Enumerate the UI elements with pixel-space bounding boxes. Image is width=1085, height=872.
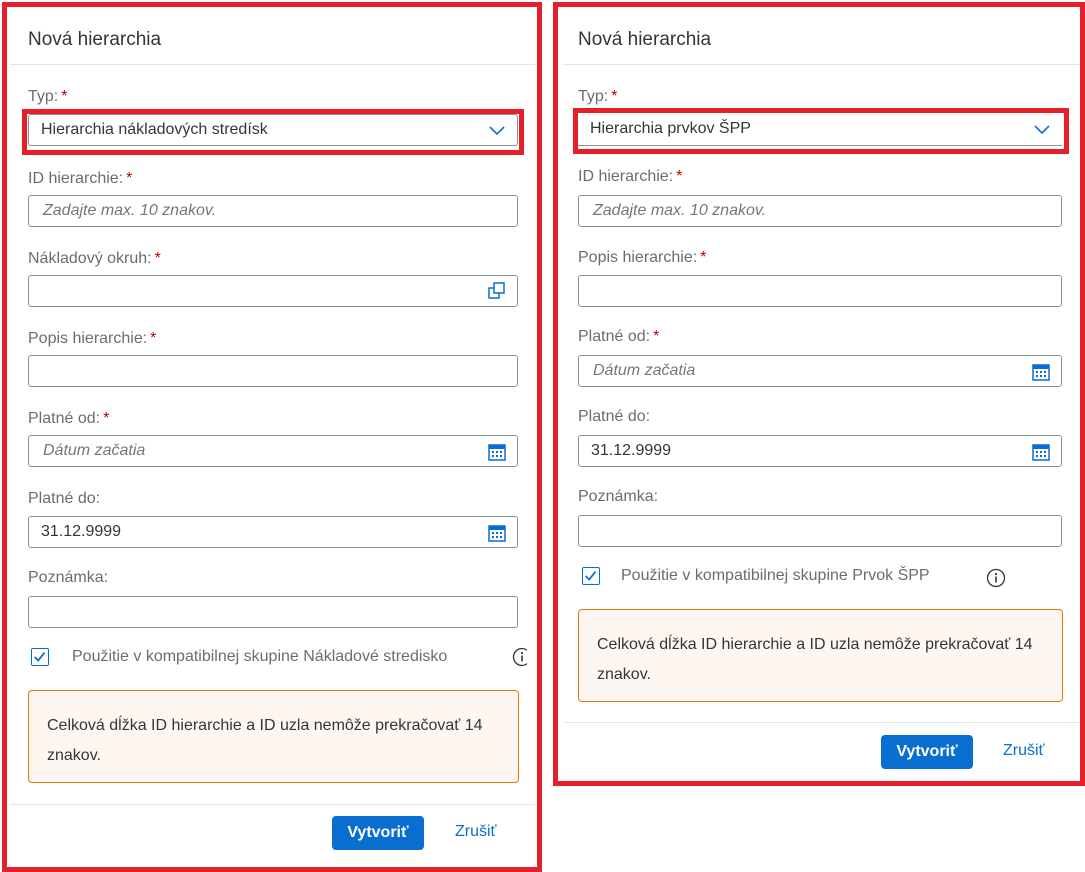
footer-divider (10, 804, 535, 805)
id-label: ID hierarchie: * (578, 168, 683, 185)
type-label: Typ: * (28, 88, 68, 105)
valid-to-input[interactable]: 31.12.9999 (28, 516, 518, 548)
note-input[interactable] (28, 596, 518, 628)
required-marker: * (103, 410, 110, 427)
warning-message-strip: Celková dĺžka ID hierarchie a ID uzla ne… (28, 690, 519, 783)
description-input[interactable] (28, 355, 518, 387)
valid-from-placeholder: Dátum začatia (593, 362, 696, 379)
hierarchy-id-placeholder: Zadajte max. 10 znakov. (593, 202, 767, 219)
info-icon[interactable] (986, 568, 1006, 588)
create-button[interactable]: Vytvoriť (881, 735, 973, 769)
description-label: Popis hierarchie: * (578, 249, 707, 266)
valid-to-value: 31.12.9999 (591, 442, 672, 459)
cost-area-input[interactable] (28, 275, 518, 307)
value-help-icon[interactable] (487, 281, 507, 301)
checkbox-label: Použitie v kompatibilnej skupine Prvok Š… (621, 567, 930, 584)
valid-to-label: Platné do: (28, 490, 101, 507)
checkbox-label-clip: Použitie v kompatibilnej skupine Náklado… (72, 646, 527, 670)
description-label: Popis hierarchie: * (28, 330, 157, 347)
required-marker: * (653, 328, 660, 345)
note-input[interactable] (578, 515, 1062, 547)
checkbox-label: Použitie v kompatibilnej skupine Náklado… (72, 648, 448, 665)
valid-from-input[interactable]: Dátum začatia (578, 355, 1062, 387)
chevron-down-icon (1034, 125, 1050, 135)
required-marker: * (700, 249, 707, 266)
create-button[interactable]: Vytvoriť (332, 816, 424, 850)
compatible-group-checkbox[interactable] (582, 567, 600, 585)
header-divider (563, 64, 1083, 65)
type-select[interactable]: Hierarchia nákladových stredísk (28, 114, 518, 146)
warning-message-strip: Celková dĺžka ID hierarchie a ID uzla ne… (578, 609, 1063, 702)
right-dialog: Nová hierarchia Typ: * Hierarchia prvkov … (558, 0, 1085, 786)
valid-to-input[interactable]: 31.12.9999 (578, 435, 1062, 467)
cancel-button[interactable]: Zrušiť (1003, 742, 1045, 760)
calendar-icon[interactable] (1031, 442, 1051, 462)
valid-to-label: Platné do: (578, 408, 651, 425)
note-label: Poznámka: (578, 488, 659, 505)
header-divider (10, 64, 535, 65)
valid-from-label: Platné od: * (578, 328, 660, 345)
hierarchy-id-input[interactable]: Zadajte max. 10 znakov. (578, 195, 1062, 227)
required-marker: * (126, 170, 133, 187)
valid-from-input[interactable]: Dátum začatia (28, 435, 518, 467)
type-select[interactable]: Hierarchia prvkov ŠPP (578, 114, 1062, 146)
note-label: Poznámka: (28, 569, 109, 586)
id-label: ID hierarchie: * (28, 170, 133, 187)
type-label: Typ: * (578, 88, 618, 105)
valid-from-placeholder: Dátum začatia (43, 442, 146, 459)
info-icon[interactable] (512, 647, 527, 667)
required-marker: * (61, 88, 68, 105)
required-marker: * (150, 330, 157, 347)
hierarchy-id-input[interactable]: Zadajte max. 10 znakov. (28, 195, 518, 227)
footer-divider (563, 722, 1083, 723)
required-marker: * (676, 168, 683, 185)
calendar-icon[interactable] (487, 442, 507, 462)
cancel-button[interactable]: Zrušiť (455, 823, 497, 841)
dialog-title: Nová hierarchia (28, 29, 162, 50)
chevron-down-icon (489, 126, 505, 136)
left-dialog: Nová hierarchia Typ: * Hierarchia náklado… (0, 0, 540, 856)
hierarchy-id-placeholder: Zadajte max. 10 znakov. (43, 202, 217, 219)
type-select-value: Hierarchia prvkov ŠPP (590, 120, 751, 137)
cost-area-label: Nákladový okruh: * (28, 250, 161, 267)
compatible-group-checkbox[interactable] (31, 648, 49, 666)
checkmark-icon (585, 571, 597, 581)
required-marker: * (154, 250, 161, 267)
dialog-title: Nová hierarchia (578, 29, 712, 50)
valid-from-label: Platné od: * (28, 410, 110, 427)
valid-to-value: 31.12.9999 (41, 523, 122, 540)
checkmark-icon (34, 652, 46, 662)
type-select-value: Hierarchia nákladových stredísk (41, 121, 268, 138)
calendar-icon[interactable] (1031, 362, 1051, 382)
calendar-icon[interactable] (487, 523, 507, 543)
description-input[interactable] (578, 275, 1062, 307)
required-marker: * (611, 88, 618, 105)
